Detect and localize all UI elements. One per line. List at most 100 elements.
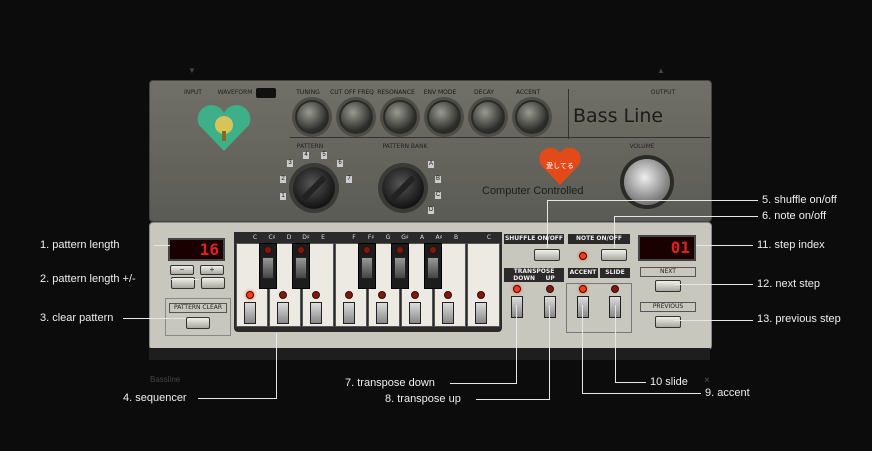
leader-line xyxy=(674,320,753,321)
input-label: INPUT xyxy=(184,89,202,96)
pattern-length-minus-button[interactable]: − xyxy=(170,265,194,275)
leader-line xyxy=(450,383,516,384)
annotation-transpose-up: 8. transpose up xyxy=(385,393,461,405)
leader-line xyxy=(582,393,701,394)
plugin-name: Bassline xyxy=(150,375,181,384)
accent-button[interactable] xyxy=(577,296,589,318)
transpose-label: TRANSPOSE DOWN UP xyxy=(504,268,564,282)
annotation-slide: 10 slide xyxy=(650,376,688,388)
pattern-clear-button[interactable] xyxy=(186,317,210,329)
key-led xyxy=(411,291,419,299)
annotation-note-onoff: 6. note on/off xyxy=(762,210,827,222)
tuning-knob[interactable] xyxy=(295,100,329,134)
volume-knob[interactable] xyxy=(624,159,670,205)
note-name: A xyxy=(419,234,425,241)
pattern-label: PATTERN xyxy=(296,143,324,150)
note-onoff-button[interactable] xyxy=(601,249,627,261)
badge-text: 愛してる xyxy=(546,163,574,170)
note-name: G xyxy=(385,234,391,241)
step-button-fsharp[interactable] xyxy=(361,257,373,279)
key-led xyxy=(264,246,272,254)
pattern-number: 7 xyxy=(346,176,352,183)
previous-step-button[interactable] xyxy=(655,316,681,328)
leader-line xyxy=(276,333,277,399)
bank-letter: A xyxy=(428,161,434,168)
output-label: OUTPUT xyxy=(650,89,676,96)
step-button-a[interactable] xyxy=(409,302,421,324)
transpose-down-button[interactable] xyxy=(511,296,523,318)
leader-line xyxy=(614,216,758,217)
slide-label: SLIDE xyxy=(600,268,630,278)
leader-line xyxy=(516,305,517,384)
next-step-button[interactable] xyxy=(655,280,681,292)
leader-line xyxy=(549,305,550,400)
annotation-transpose-down: 7. transpose down xyxy=(345,377,435,389)
input-arrow-icon: ▼ xyxy=(188,66,196,75)
plugin-footer xyxy=(149,348,710,360)
sequencer-keyboard: C C♯ D D♯ E F F♯ G G♯ A A♯ B C xyxy=(234,232,502,332)
previous-label: PREVIOUS xyxy=(640,302,696,312)
leader-line xyxy=(123,318,186,319)
step-button-csharp[interactable] xyxy=(262,257,274,279)
leader-line xyxy=(547,200,548,248)
note-name: D♯ xyxy=(302,234,310,241)
app-subtitle: Computer Controlled xyxy=(482,185,584,197)
annotation-pattern-length-plusminus: 2. pattern length +/- xyxy=(40,273,136,285)
leader-line xyxy=(198,398,276,399)
shuffle-button[interactable] xyxy=(534,249,560,261)
env-mode-knob[interactable] xyxy=(427,100,461,134)
accent-knob[interactable] xyxy=(515,100,549,134)
key-led xyxy=(444,291,452,299)
tree-heart-logo xyxy=(197,105,251,151)
pattern-bank-knob[interactable] xyxy=(382,167,424,209)
pattern-length-plus-button[interactable]: + xyxy=(200,265,224,275)
transpose-down-led xyxy=(513,285,521,293)
step-button-f[interactable] xyxy=(343,302,355,324)
transpose-down-label: DOWN xyxy=(513,275,535,282)
note-name: C xyxy=(486,234,492,241)
annotation-accent: 9. accent xyxy=(705,387,750,399)
pattern-number: 1 xyxy=(280,193,286,200)
pattern-number: 4 xyxy=(303,152,309,159)
annotation-shuffle: 5. shuffle on/off xyxy=(762,194,837,206)
accent-slide-box xyxy=(566,283,632,333)
leader-line xyxy=(582,305,583,394)
step-button-gsharp[interactable] xyxy=(394,257,406,279)
step-button-b[interactable] xyxy=(442,302,454,324)
leader-line xyxy=(547,200,758,201)
transpose-title: TRANSPOSE xyxy=(513,268,555,275)
note-name: G♯ xyxy=(401,234,409,241)
step-button-c[interactable] xyxy=(244,302,256,324)
leader-line xyxy=(476,399,549,400)
accent-label: ACCENT xyxy=(568,268,598,278)
key-led-active xyxy=(246,291,254,299)
note-name: F xyxy=(352,234,356,241)
transpose-up-label: UP xyxy=(545,275,555,282)
note-name: B xyxy=(453,234,459,241)
step-button-asharp[interactable] xyxy=(427,257,439,279)
key-led xyxy=(345,291,353,299)
step-button-g[interactable] xyxy=(376,302,388,324)
pattern-knob[interactable] xyxy=(293,167,335,209)
close-icon[interactable]: × xyxy=(704,375,710,386)
note-name: C♯ xyxy=(268,234,276,241)
app-title: Bass Line xyxy=(573,105,664,127)
resonance-knob[interactable] xyxy=(383,100,417,134)
step-button-d[interactable] xyxy=(277,302,289,324)
step-button-dsharp[interactable] xyxy=(295,257,307,279)
waveform-switch[interactable] xyxy=(256,88,276,98)
transpose-up-button[interactable] xyxy=(544,296,556,318)
step-button-c2[interactable] xyxy=(475,302,487,324)
decay-knob[interactable] xyxy=(471,100,505,134)
accent-led xyxy=(579,285,587,293)
pattern-length-plus-pad[interactable] xyxy=(201,277,225,289)
knob-row: TUNING CUT OFF FREQ RESONANCE ENV MODE D… xyxy=(290,89,550,149)
key-led xyxy=(378,291,386,299)
note-onoff-label: NOTE ON/OFF xyxy=(568,234,630,244)
step-button-e[interactable] xyxy=(310,302,322,324)
pattern-number: 6 xyxy=(337,160,343,167)
key-led xyxy=(279,291,287,299)
note-led xyxy=(579,252,587,260)
cutoff-knob[interactable] xyxy=(339,100,373,134)
waveform-label: WAVEFORM xyxy=(217,89,253,96)
